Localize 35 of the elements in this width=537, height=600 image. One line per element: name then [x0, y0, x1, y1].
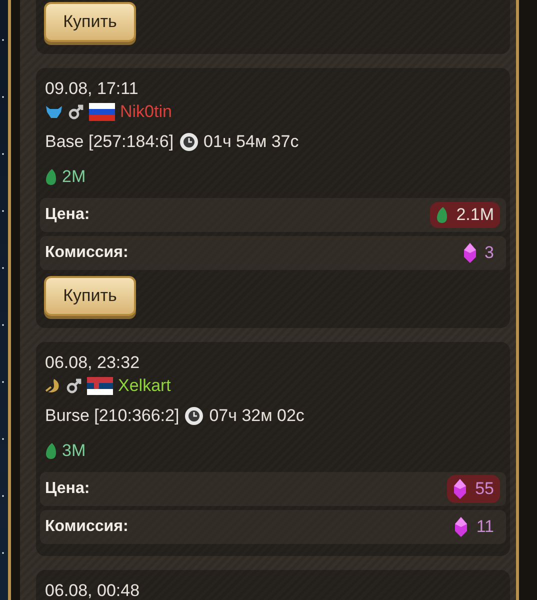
- wolf-emblem-icon: [45, 105, 63, 119]
- insufficient-price-tag: 2.1M: [430, 202, 500, 228]
- clock-icon: [184, 406, 204, 426]
- flag-icon: [87, 377, 113, 395]
- insufficient-price-tag: 55: [447, 475, 500, 503]
- listing-date: 06.08, 00:48: [44, 580, 141, 600]
- player-name[interactable]: Xelkart: [118, 376, 171, 396]
- buy-button[interactable]: Купить: [44, 2, 136, 42]
- location-text: Burse [210:366:2]: [45, 406, 180, 426]
- row-label: Цена:: [45, 480, 90, 498]
- gem-icon: [462, 242, 477, 264]
- listing-date: 09.08, 17:11: [44, 78, 140, 100]
- amount-text: 3M: [62, 441, 86, 461]
- row-label: Комиссия:: [45, 244, 128, 262]
- amount-text: 2M: [62, 167, 86, 187]
- crescent-emblem-icon: [45, 378, 61, 394]
- player-name[interactable]: Nik0tin: [120, 102, 172, 122]
- gem-icon: [453, 478, 468, 500]
- location-text: Base [257:184:6]: [45, 132, 174, 152]
- gem-icon: [454, 516, 468, 538]
- flag-icon: [89, 103, 115, 121]
- price-value: 11: [448, 513, 500, 541]
- male-symbol-icon: [68, 104, 84, 120]
- male-symbol-icon: [66, 378, 82, 394]
- row-label: Цена:: [45, 206, 90, 224]
- row-label: Комиссия:: [45, 518, 128, 536]
- buy-button[interactable]: Купить: [44, 276, 136, 316]
- timer-text: 07ч 32м 02с: [209, 406, 304, 426]
- clock-icon: [178, 132, 199, 152]
- timer-text: 01ч 54м 37с: [204, 132, 299, 152]
- crystal-icon: [45, 442, 57, 460]
- listing-date: 06.08, 23:32: [44, 352, 141, 374]
- crystal-icon: [436, 206, 448, 224]
- price-value: 3: [456, 239, 500, 267]
- crystal-icon: [45, 168, 57, 186]
